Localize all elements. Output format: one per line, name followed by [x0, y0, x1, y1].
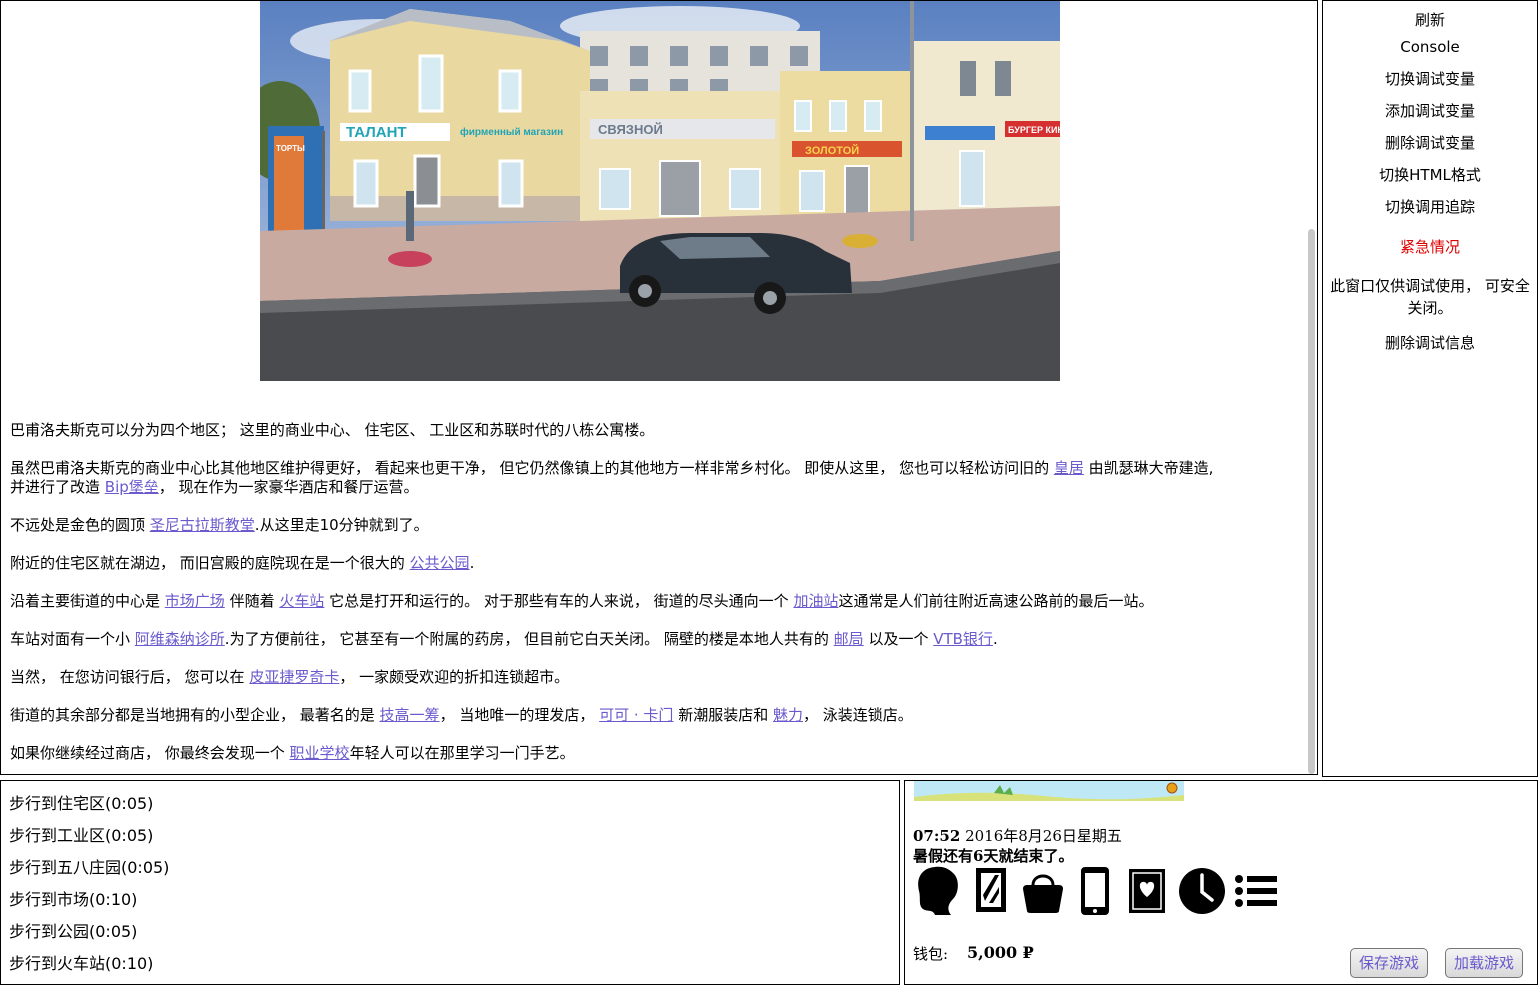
debug-console-button[interactable]: Console — [1323, 38, 1537, 56]
link-post-office[interactable]: 邮局 — [834, 630, 864, 648]
link-st-nicholas-church[interactable]: 圣尼古拉斯教堂 — [150, 516, 255, 534]
debug-refresh-button[interactable]: 刷新 — [1323, 9, 1537, 30]
save-game-button[interactable]: 保存游戏 — [1350, 948, 1429, 978]
story-paragraph: 当然， 在您访问银行后， 您可以在 皮亚捷罗奇卡， 一家颇受欢迎的折扣连锁超市。 — [10, 668, 570, 686]
story-paragraph: 虽然巴甫洛夫斯克的商业中心比其他地区维护得更好， 看起来也更干净， 但它仍然像镇… — [10, 459, 1214, 496]
debug-add-var-button[interactable]: 添加调试变量 — [1323, 100, 1537, 121]
main-pane: ТАЛАНТ фирменный магазин СВЯЗНОЙ ЗОЛОТОЙ… — [0, 0, 1318, 775]
mirror-icon[interactable] — [971, 865, 1011, 917]
sign-talant: ТАЛАНТ — [346, 124, 407, 141]
phone-icon[interactable] — [1077, 865, 1113, 917]
game-datetime: 07:52 2016年8月26日星期五 — [913, 825, 1122, 846]
link-train-station[interactable]: 火车站 — [279, 592, 324, 610]
link-bip-fortress[interactable]: Bip堡垒 — [105, 478, 159, 496]
weather-banner — [914, 781, 1184, 801]
story-paragraph: 街道的其余部分都是当地拥有的小型企业， 最著名的是 技高一筹， 当地唯一的理发店… — [10, 706, 913, 724]
clock-icon[interactable] — [1177, 865, 1227, 917]
wallet-label: 钱包: — [913, 945, 949, 963]
debug-delete-var-button[interactable]: 删除调试变量 — [1323, 132, 1537, 153]
game-date: 2016年8月26日星期五 — [965, 827, 1122, 845]
link-pyaterochka[interactable]: 皮亚捷罗奇卡 — [249, 668, 339, 686]
action-walk-market[interactable]: 步行到市场(0:10) — [9, 886, 137, 910]
link-market-square[interactable]: 市场广场 — [165, 592, 225, 610]
link-gas-station[interactable]: 加油站 — [793, 592, 838, 610]
debug-toggle-html-button[interactable]: 切换HTML格式 — [1323, 164, 1537, 185]
story-text: 巴甫洛夫斯克可以分为四个地区； 这里的商业中心、 住宅区、 工业区和苏联时代的八… — [10, 421, 1305, 774]
story-paragraph: 沿着主要街道的中心是 市场广场 伴随着 火车站 它总是打开和运行的。 对于那些有… — [10, 592, 1154, 610]
link-vtb-bank[interactable]: VTB银行 — [933, 630, 993, 648]
action-walk-station[interactable]: 步行到火车站(0:10) — [9, 950, 153, 974]
action-walk-industrial[interactable]: 步行到工业区(0:05) — [9, 822, 153, 846]
debug-delete-info-button[interactable]: 删除调试信息 — [1323, 332, 1537, 353]
sign-svyaznoy: СВЯЗНОЙ — [598, 122, 663, 137]
link-coco-carmen[interactable]: 可可 · 卡门 — [599, 706, 673, 724]
debug-emergency-button[interactable]: 紧急情况 — [1323, 236, 1537, 257]
vacation-notice: 暑假还有6天就结束了。 — [913, 847, 1074, 865]
main-scrollbar-thumb[interactable] — [1308, 229, 1315, 774]
story-paragraph: 附近的住宅区就在湖边， 而旧宫殿的庭院现在是一个很大的 公共公园. — [10, 554, 475, 572]
action-walk-estate[interactable]: 步行到五八庄园(0:05) — [9, 854, 169, 878]
wallet-amount: 5,000 ₽ — [967, 943, 1034, 962]
link-avicenna-clinic[interactable]: 阿维森纳诊所 — [135, 630, 225, 648]
load-game-button[interactable]: 加载游戏 — [1445, 948, 1524, 978]
action-walk-residential[interactable]: 步行到住宅区(0:05) — [9, 790, 153, 814]
story-paragraph: 巴甫洛夫斯克可以分为四个地区； 这里的商业中心、 住宅区、 工业区和苏联时代的八… — [10, 421, 655, 439]
story-paragraph: 如果你继续经过商店， 你最终会发现一个 职业学校年轻人可以在那里学习一门手艺。 — [10, 744, 575, 762]
status-pane: 07:52 2016年8月26日星期五 暑假还有6天就结束了。 钱包: 5,00… — [904, 780, 1538, 985]
link-barber-shop[interactable]: 技高一筹 — [380, 706, 440, 724]
debug-toggle-trace-button[interactable]: 切换调用追踪 — [1323, 196, 1537, 217]
main-scrollbar[interactable] — [1308, 3, 1315, 774]
link-charm-swimwear[interactable]: 魅力 — [773, 706, 803, 724]
game-time: 07:52 — [913, 827, 961, 845]
debug-pane: 刷新 Console 切换调试变量 添加调试变量 删除调试变量 切换HTML格式… — [1322, 0, 1538, 777]
link-vocational-school[interactable]: 职业学校 — [290, 744, 350, 762]
location-photo: ТАЛАНТ фирменный магазин СВЯЗНОЙ ЗОЛОТОЙ… — [260, 1, 1060, 381]
story-paragraph: 车站对面有一个小 阿维森纳诊所.为了方便前往， 它甚至有一个附属的药房， 但目前… — [10, 630, 998, 648]
story-paragraph: 不远处是金色的圆顶 圣尼古拉斯教堂.从这里走10分钟就到了。 — [10, 516, 429, 534]
sign-burger: БУРГЕР КИНГ — [1008, 125, 1060, 135]
debug-note: 此窗口仅供调试使用， 可安全关闭。 — [1330, 277, 1530, 317]
diary-heart-icon[interactable] — [1125, 865, 1167, 917]
menu-list-icon[interactable] — [1233, 865, 1281, 917]
sign-zoloto: ЗОЛОТОЙ — [805, 144, 859, 157]
sign-firm: фирменный магазин — [460, 126, 563, 138]
actions-pane: 步行到住宅区(0:05) 步行到工业区(0:05) 步行到五八庄园(0:05) … — [0, 780, 900, 985]
sign-poster: ТОРТЫ — [276, 144, 305, 153]
link-imperial-palace[interactable]: 皇居 — [1054, 459, 1084, 477]
action-walk-park[interactable]: 步行到公园(0:05) — [9, 918, 137, 942]
handbag-icon[interactable] — [1019, 865, 1067, 917]
link-public-park[interactable]: 公共公园 — [410, 554, 470, 572]
woman-head-icon[interactable] — [913, 865, 963, 917]
debug-toggle-vars-button[interactable]: 切换调试变量 — [1323, 68, 1537, 89]
